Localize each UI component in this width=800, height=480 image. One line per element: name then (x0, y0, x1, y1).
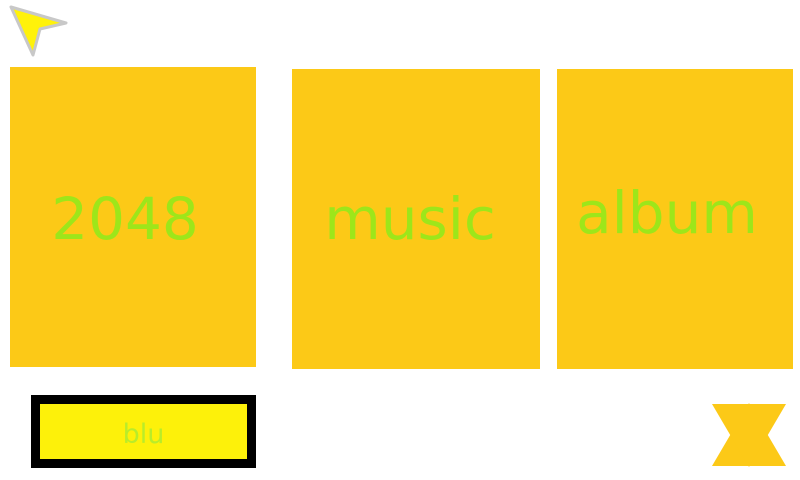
blu-button[interactable]: blu (31, 395, 256, 468)
blu-button-face: blu (40, 404, 247, 459)
six-point-star-icon[interactable] (710, 402, 788, 468)
tile-music-label: music (324, 185, 496, 253)
pointer-arrow-icon (9, 5, 68, 57)
tile-album[interactable]: album (557, 69, 793, 369)
tile-2048[interactable]: 2048 (10, 67, 256, 367)
tile-2048-label: 2048 (51, 185, 199, 253)
tile-album-label: album (576, 179, 758, 247)
tile-music[interactable]: music (292, 69, 540, 369)
blu-button-label: blu (122, 419, 165, 450)
